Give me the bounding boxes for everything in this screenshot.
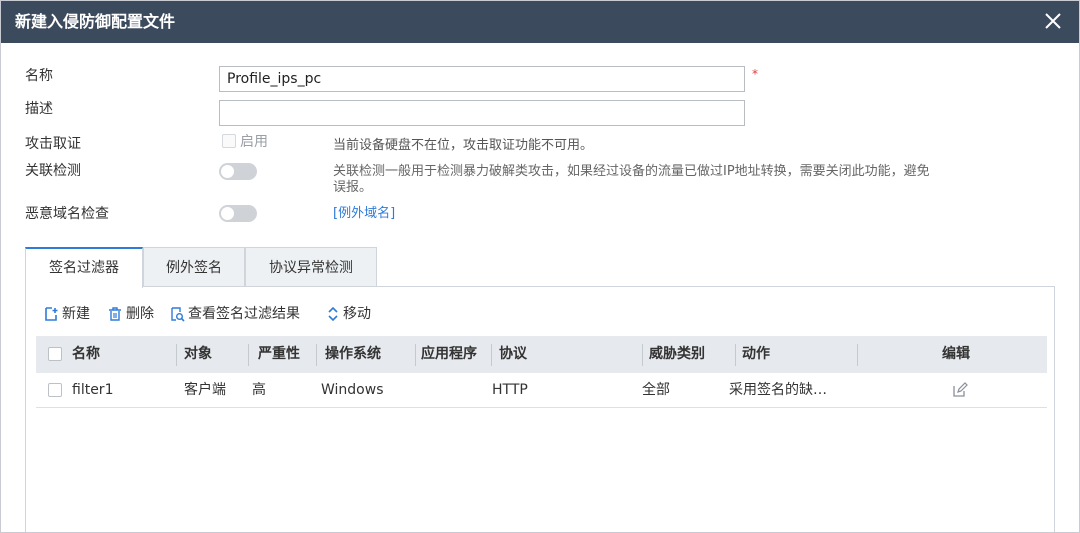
malicious-domain-check-toggle[interactable] (219, 205, 257, 222)
row-severity: 高 (252, 382, 266, 398)
row-protocol: HTTP (492, 382, 528, 398)
header-protocol[interactable]: 协议 (499, 344, 527, 364)
header-action[interactable]: 动作 (742, 344, 770, 364)
row-checkbox[interactable] (48, 383, 62, 397)
dialog-titlebar: 新建入侵防御配置文件 (1, 1, 1079, 43)
row-threat-category: 全部 (642, 382, 670, 398)
column-separator[interactable] (857, 344, 858, 366)
correlation-detection-toggle[interactable] (219, 163, 257, 180)
edit-icon[interactable] (952, 382, 968, 398)
close-icon[interactable] (1039, 7, 1067, 35)
header-object[interactable]: 对象 (184, 344, 212, 364)
move-button-label: 移动 (343, 306, 371, 322)
column-separator[interactable] (735, 344, 736, 366)
delete-button-label: 删除 (126, 306, 154, 322)
header-threat-category[interactable]: 威胁类别 (649, 344, 705, 364)
tab-exception-signature[interactable]: 例外签名 (143, 247, 245, 287)
trash-icon (107, 306, 123, 322)
header-application[interactable]: 应用程序 (421, 344, 477, 364)
new-button[interactable]: 新建 (43, 304, 90, 324)
view-filter-result-button[interactable]: 查看签名过滤结果 (169, 304, 300, 324)
new-ips-profile-dialog: 新建入侵防御配置文件 名称 * 描述 攻击取证 启用 当前设备硬盘不在位，攻击取… (0, 0, 1080, 533)
description-label: 描述 (25, 101, 53, 117)
dialog-title: 新建入侵防御配置文件 (15, 12, 176, 31)
add-icon (43, 306, 59, 322)
column-separator[interactable] (491, 344, 492, 366)
column-separator[interactable] (415, 344, 416, 366)
toggle-knob (221, 207, 234, 220)
tab-protocol-anomaly-detection[interactable]: 协议异常检测 (245, 247, 377, 287)
header-os[interactable]: 操作系统 (325, 344, 381, 364)
forensics-enable-checkbox[interactable] (222, 134, 236, 148)
move-updown-icon (326, 306, 340, 322)
exception-domain-link[interactable]: [例外域名] (333, 206, 395, 221)
name-input[interactable] (219, 66, 745, 92)
name-label: 名称 (25, 68, 53, 84)
description-input[interactable] (219, 100, 745, 126)
table-row: filter1 客户端 高 Windows HTTP 全部 采用签名的缺… (36, 373, 1047, 408)
search-document-icon (169, 306, 185, 322)
forensics-enable-label: 启用 (240, 134, 268, 150)
attack-forensics-label: 攻击取证 (25, 136, 81, 152)
required-mark: * (752, 67, 758, 81)
delete-button[interactable]: 删除 (107, 304, 154, 324)
row-os: Windows (321, 382, 384, 398)
move-button[interactable]: 移动 (326, 304, 371, 324)
column-separator[interactable] (248, 344, 249, 366)
correlation-detection-label: 关联检测 (25, 163, 81, 179)
column-separator[interactable] (176, 344, 177, 366)
correlation-hint-line2: 误报。 (333, 180, 373, 195)
malicious-domain-check-label: 恶意域名检查 (25, 206, 109, 222)
toggle-knob (221, 165, 234, 178)
row-name-link[interactable]: filter1 (72, 381, 113, 399)
header-edit: 编辑 (942, 346, 970, 362)
header-name[interactable]: 名称 (72, 344, 100, 364)
forensics-hint: 当前设备硬盘不在位，攻击取证功能不可用。 (333, 138, 594, 153)
row-action: 采用签名的缺… (729, 382, 827, 398)
correlation-hint-line1: 关联检测一般用于检测暴力破解类攻击，如果经过设备的流量已做过IP地址转换，需要关… (333, 164, 930, 179)
tab-signature-filter[interactable]: 签名过滤器 (25, 247, 143, 288)
new-button-label: 新建 (62, 306, 90, 322)
row-object: 客户端 (184, 382, 226, 398)
header-severity[interactable]: 严重性 (258, 344, 300, 364)
select-all-checkbox[interactable] (48, 347, 62, 361)
column-separator[interactable] (316, 344, 317, 366)
column-separator[interactable] (642, 344, 643, 366)
table-header: 名称 对象 严重性 操作系统 应用程序 协议 威胁类别 动作 编辑 (36, 336, 1047, 373)
view-filter-result-label: 查看签名过滤结果 (188, 306, 300, 322)
